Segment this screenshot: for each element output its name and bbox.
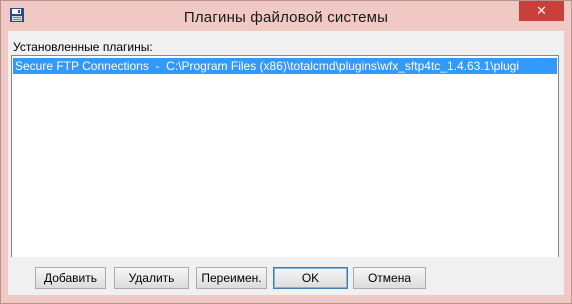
list-item[interactable]: Secure FTP Connections - C:\Program File… [13,58,557,74]
title-bar[interactable]: Плагины файловой системы ✕ [1,1,571,31]
close-button[interactable]: ✕ [519,1,564,21]
button-panel: Добавить Удалить Переимен. OK Отмена [8,257,564,295]
plugins-list[interactable]: Secure FTP Connections - C:\Program File… [11,55,559,281]
cancel-button[interactable]: Отмена [353,267,426,289]
installed-plugins-label: Установленные плагины: [13,40,153,54]
window-title: Плагины файловой системы [183,9,389,26]
dialog-body: Установленные плагины: Secure FTP Connec… [8,31,564,295]
add-button[interactable]: Добавить [35,267,106,289]
rename-button[interactable]: Переимен. [196,267,267,289]
plugins-dialog: Плагины файловой системы ✕ Установленные… [0,0,572,304]
remove-button[interactable]: Удалить [114,267,189,289]
ok-button[interactable]: OK [273,267,348,289]
